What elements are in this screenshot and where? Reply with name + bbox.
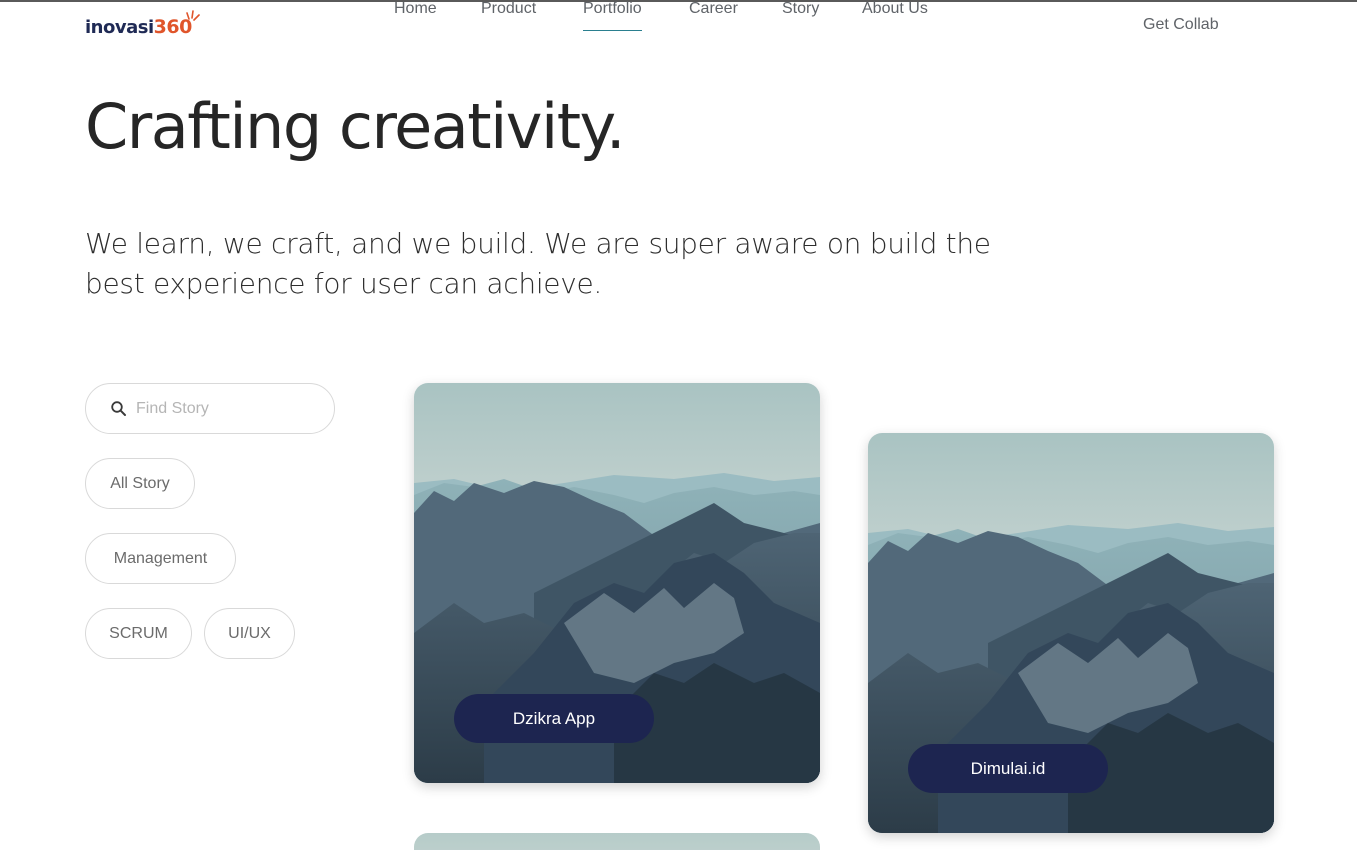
- search-icon: [111, 400, 126, 416]
- page-title: Crafting creativity.: [85, 90, 626, 163]
- portfolio-card-partial[interactable]: [414, 833, 820, 850]
- search-input[interactable]: [136, 399, 316, 418]
- nav-career[interactable]: Career: [689, 0, 738, 18]
- nav-portfolio[interactable]: Portfolio: [583, 0, 642, 31]
- page-subtitle: We learn, we craft, and we build. We are…: [85, 227, 991, 300]
- get-collab-link[interactable]: Get Collab: [1143, 16, 1219, 34]
- nav-story[interactable]: Story: [782, 0, 819, 18]
- filter-chip-scrum[interactable]: SCRUM: [85, 608, 192, 659]
- portfolio-card-dzikra[interactable]: Dzikra App: [414, 383, 820, 783]
- filter-chip-management[interactable]: Management: [85, 533, 236, 584]
- nav-about-us[interactable]: About Us: [862, 0, 928, 18]
- card-title-badge: Dimulai.id: [908, 744, 1108, 793]
- logo-word: inovasi: [85, 16, 154, 38]
- card-title-badge: Dzikra App: [454, 694, 654, 743]
- filter-chip-ui-ux[interactable]: UI/UX: [204, 608, 295, 659]
- filter-chip-all-story[interactable]: All Story: [85, 458, 195, 509]
- top-border-line: [0, 0, 1357, 2]
- nav-home[interactable]: Home: [394, 0, 437, 18]
- logo[interactable]: inovasi 360: [85, 10, 200, 44]
- search-box[interactable]: [85, 383, 335, 434]
- logo-rays-icon: [185, 10, 200, 21]
- portfolio-card-dimulai[interactable]: Dimulai.id: [868, 433, 1274, 833]
- logo-number: 360: [154, 10, 200, 38]
- nav-product[interactable]: Product: [481, 0, 536, 18]
